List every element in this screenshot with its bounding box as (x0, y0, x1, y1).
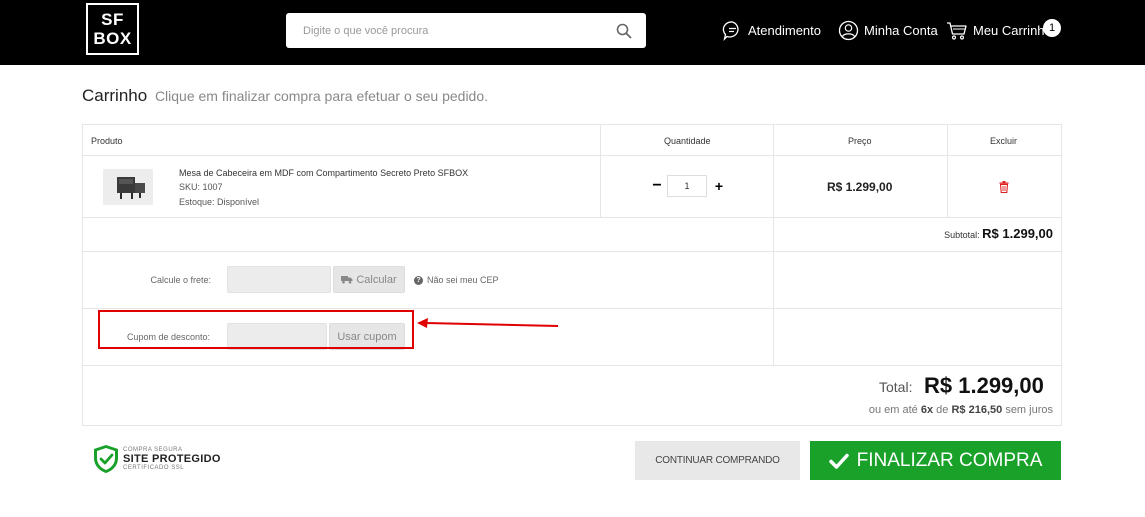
quantity-decrease-button[interactable]: − (651, 178, 663, 194)
product-name[interactable]: Mesa de Cabeceira em MDF com Compartimen… (179, 168, 468, 178)
seal-bottom-text: CERTIFICADO SSL (123, 465, 185, 471)
search-icon[interactable] (616, 23, 632, 39)
checkmark-icon (828, 453, 849, 469)
truck-icon (341, 276, 353, 284)
divider (600, 125, 601, 217)
col-header-preco: Preço (848, 136, 872, 146)
trash-icon[interactable] (999, 181, 1009, 193)
continuar-comprando-button[interactable]: CONTINUAR COMPRANDO (635, 441, 800, 480)
page-subtitle: Clique em finalizar compra para efetuar … (154, 88, 489, 104)
installments-text: ou em até 6x de R$ 216,50 sem juros (869, 404, 1053, 416)
installments-suffix: sem juros (1005, 404, 1053, 416)
installments-value: R$ 216,50 (951, 404, 1003, 416)
shipping-label: Calcule o frete: (150, 275, 211, 285)
sfbox-logo[interactable]: SF BOX (86, 3, 139, 55)
nav-minha-conta[interactable]: Minha Conta (838, 18, 938, 42)
subtotal-value: R$ 1.299,00 (982, 226, 1053, 241)
coupon-highlight-box (98, 310, 414, 349)
finalizar-compra-label: FINALIZAR COMPRA (856, 449, 1043, 471)
cart-count-badge: 1 (1043, 19, 1061, 37)
product-price: R$ 1.299,00 (827, 180, 893, 194)
annotation-arrow-icon (417, 318, 559, 328)
nav-atendimento-label: Atendimento (748, 22, 821, 38)
divider (83, 217, 1061, 218)
seal-text: COMPRA SEGURA SITE PROTEGIDO CERTIFICADO… (123, 447, 221, 471)
divider (773, 125, 774, 365)
cart-table: Produto Quantidade Preço Excluir Mesa de… (82, 124, 1062, 426)
divider (83, 308, 1061, 309)
search-input[interactable] (286, 13, 606, 48)
user-icon (838, 20, 859, 40)
divider (83, 365, 1061, 366)
shopping-cart-icon (947, 21, 967, 40)
nav-meu-carrinho[interactable]: Meu Carrinho (946, 18, 1052, 42)
col-header-excluir: Excluir (990, 136, 1018, 146)
logo-line-1: SF (101, 10, 124, 29)
chat-bubble-icon (722, 20, 739, 41)
quantity-increase-button[interactable]: + (713, 178, 725, 194)
divider (947, 125, 948, 217)
col-header-quantidade: Quantidade (664, 136, 711, 146)
shipping-cep-input[interactable] (227, 266, 331, 293)
nav-atendimento[interactable]: Atendimento (722, 18, 821, 42)
product-stock: Estoque: Disponível (179, 197, 260, 207)
product-thumbnail[interactable] (103, 169, 153, 205)
subtotal-label: Subtotal: (944, 230, 980, 240)
search-bar (286, 13, 646, 48)
continuar-comprando-label: CONTINUAR COMPRANDO (655, 455, 780, 466)
divider (83, 251, 1061, 252)
page-title-text: Carrinho (82, 86, 148, 105)
subtotal: Subtotal: R$ 1.299,00 (944, 226, 1053, 241)
finalizar-compra-button[interactable]: FINALIZAR COMPRA (810, 441, 1061, 480)
shield-check-icon (94, 445, 118, 473)
installments-count: 6x (920, 404, 934, 416)
logo-line-2: BOX (93, 29, 132, 48)
product-sku: SKU: 1007 (179, 182, 223, 192)
col-header-produto: Produto (91, 136, 123, 146)
site-header: SF BOX Atendimento Minha Conta (0, 0, 1145, 65)
question-icon: ? (414, 275, 423, 285)
divider (83, 155, 1061, 156)
installments-prefix: ou em até (868, 404, 918, 416)
nao-sei-cep-label: Não sei meu CEP (427, 275, 499, 285)
nao-sei-cep-link[interactable]: ? Não sei meu CEP (414, 275, 499, 285)
page-title: Carrinho Clique em finalizar compra para… (82, 86, 488, 106)
total-label: Total: (879, 379, 913, 395)
seal-main-text: SITE PROTEGIDO (123, 453, 221, 465)
site-protegido-seal: COMPRA SEGURA SITE PROTEGIDO CERTIFICADO… (93, 444, 221, 474)
nav-minha-conta-label: Minha Conta (864, 22, 938, 38)
calcular-frete-button[interactable]: Calcular (333, 266, 405, 293)
installments-mid: de (936, 404, 949, 416)
quantity-input[interactable] (667, 175, 707, 197)
calcular-label: Calcular (356, 273, 397, 286)
nav-meu-carrinho-label: Meu Carrinho (973, 22, 1052, 38)
total-value: R$ 1.299,00 (924, 373, 1044, 398)
